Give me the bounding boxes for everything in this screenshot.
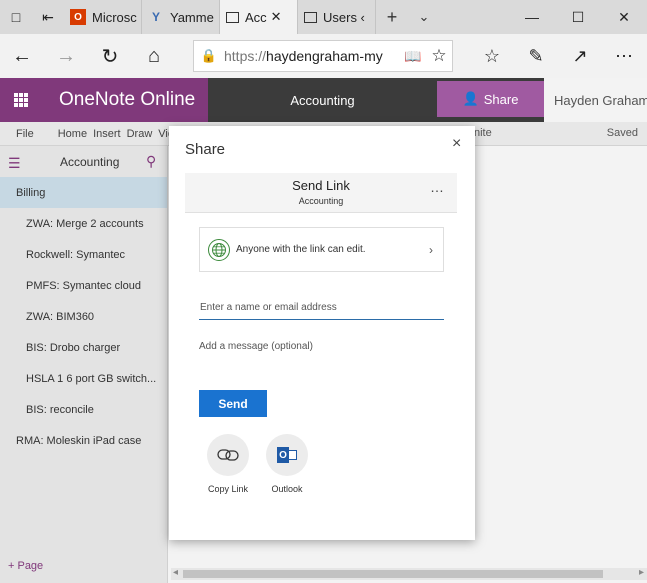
outlook-label: Outlook (271, 484, 303, 494)
share-button[interactable]: 👤 Share (437, 81, 544, 117)
outlook-icon: O (266, 434, 308, 476)
share-button-label: Share (483, 91, 519, 107)
tab-label: Yamme (170, 9, 214, 25)
send-link-header: Send Link Accounting … (185, 173, 457, 213)
tab-label: Acc (245, 9, 267, 25)
permission-text: Anyone with the link can edit. (236, 244, 366, 255)
dialog-title: Share (185, 141, 226, 158)
page-item[interactable]: PMFS: Symantec cloud (0, 270, 167, 301)
browser-nav-bar: ← → ↻ ⌂ 🔒 https://haydengraham-my 📖 ☆ ☆ … (0, 34, 647, 78)
page-item[interactable]: HSLA 1 6 port GB switch... (0, 363, 167, 394)
page-item[interactable]: Rockwell: Symantec (0, 239, 167, 270)
user-name[interactable]: Hayden Graham (544, 78, 647, 122)
home-icon[interactable]: ⌂ (132, 34, 176, 78)
notebook-title[interactable]: Accounting (208, 78, 437, 122)
lock-icon: 🔒 (200, 48, 218, 63)
link-icon (207, 434, 249, 476)
message-field[interactable]: Add a message (optional) (199, 341, 444, 352)
scrollbar-thumb[interactable] (183, 570, 603, 578)
nav-notebook-name[interactable]: Accounting (60, 155, 119, 169)
tab-label: Microsc (92, 9, 137, 25)
more-options-icon[interactable]: ⋯ (602, 34, 646, 78)
section-item[interactable]: Billing (0, 177, 167, 208)
nav-header: ☰ Accounting ⚲ (0, 146, 167, 177)
send-button[interactable]: Send (199, 390, 267, 417)
new-tab-icon[interactable]: + (376, 0, 408, 34)
ribbon-file[interactable]: File (16, 128, 34, 140)
page-item[interactable]: BIS: Drobo charger (0, 332, 167, 363)
search-icon[interactable]: ⚲ (146, 153, 156, 170)
scroll-right-icon[interactable]: ▸ (639, 567, 644, 578)
yammer-icon: Y (151, 10, 160, 24)
chevron-right-icon: › (429, 242, 433, 257)
browser-tab-users[interactable]: Users ‹ (298, 0, 376, 34)
horizontal-scrollbar[interactable]: ◂ ▸ (171, 567, 647, 580)
browser-tab-office[interactable]: O Microsc (64, 0, 142, 34)
save-status: Saved (606, 127, 638, 139)
set-aside-tabs-icon[interactable]: ⇤ (32, 0, 64, 34)
share-dialog: Share × Send Link Accounting … Anyone wi… (169, 126, 475, 540)
copy-link-label: Copy Link (207, 484, 249, 494)
favorites-hub-icon[interactable]: ☆ (470, 34, 514, 78)
ribbon-draw[interactable]: Draw (127, 128, 153, 140)
browser-tab-yammer[interactable]: Y Yamme (142, 0, 220, 34)
app-launcher-icon[interactable] (0, 78, 42, 122)
browser-tab-bar: □ ⇤ O Microsc Y Yamme Acc ✕ Users ‹ + ⌄ … (0, 0, 647, 34)
navigation-pane: ☰ Accounting ⚲ Billing ZWA: Merge 2 acco… (0, 146, 168, 583)
globe-icon (208, 238, 230, 261)
add-person-icon: 👤 (462, 91, 479, 106)
send-link-subtitle: Accounting (298, 196, 344, 206)
ribbon-insert[interactable]: Insert (93, 128, 121, 140)
office-icon: O (70, 9, 86, 25)
favorite-star-icon[interactable]: ☆ (426, 46, 452, 66)
share-icon[interactable]: ↗ (558, 34, 602, 78)
recipient-input[interactable] (199, 296, 444, 320)
url-text: https://haydengraham-my (224, 48, 383, 64)
outlook-option[interactable]: O Outlook (257, 434, 317, 494)
scroll-left-icon[interactable]: ◂ (173, 567, 178, 578)
app-header: OneNote Online Accounting 👤 Share Hayden… (0, 78, 647, 122)
minimize-icon[interactable]: — (509, 0, 555, 34)
refresh-icon[interactable]: ↻ (88, 34, 132, 78)
more-options-icon[interactable]: … (430, 179, 445, 195)
page-item[interactable]: ZWA: Merge 2 accounts (0, 208, 167, 239)
link-permission-selector[interactable]: Anyone with the link can edit. › (199, 227, 444, 272)
web-note-pen-icon[interactable]: ✎ (514, 34, 558, 78)
maximize-icon[interactable]: ☐ (555, 0, 601, 34)
tab-list-chevron-icon[interactable]: ⌄ (408, 0, 440, 34)
browser-tab-accounting[interactable]: Acc ✕ (220, 0, 298, 34)
ribbon-home[interactable]: Home (58, 128, 87, 140)
page-item[interactable]: ZWA: BIM360 (0, 301, 167, 332)
add-page-button[interactable]: + Page (8, 560, 43, 572)
tab-label: Users ‹ (323, 9, 365, 25)
close-window-icon[interactable]: ✕ (601, 0, 647, 34)
app-name[interactable]: OneNote Online (42, 78, 208, 122)
tab-manager-icon[interactable]: □ (0, 0, 32, 34)
ribbon-partial-label: nite (474, 127, 492, 139)
close-tab-icon[interactable]: ✕ (271, 9, 282, 25)
close-icon[interactable]: × (452, 135, 461, 153)
back-icon[interactable]: ← (0, 34, 44, 78)
page-icon (304, 11, 317, 23)
page-item[interactable]: BIS: reconcile (0, 394, 167, 425)
forward-icon[interactable]: → (44, 34, 88, 78)
address-bar[interactable]: 🔒 https://haydengraham-my 📖 ☆ (193, 40, 453, 72)
reading-view-icon[interactable]: 📖 (400, 48, 426, 65)
page-icon (226, 11, 239, 23)
hamburger-menu-icon[interactable]: ☰ (8, 155, 21, 172)
send-link-title: Send Link (292, 178, 350, 193)
section-item[interactable]: RMA: Moleskin iPad case (0, 425, 167, 456)
copy-link-option[interactable]: Copy Link (198, 434, 258, 494)
